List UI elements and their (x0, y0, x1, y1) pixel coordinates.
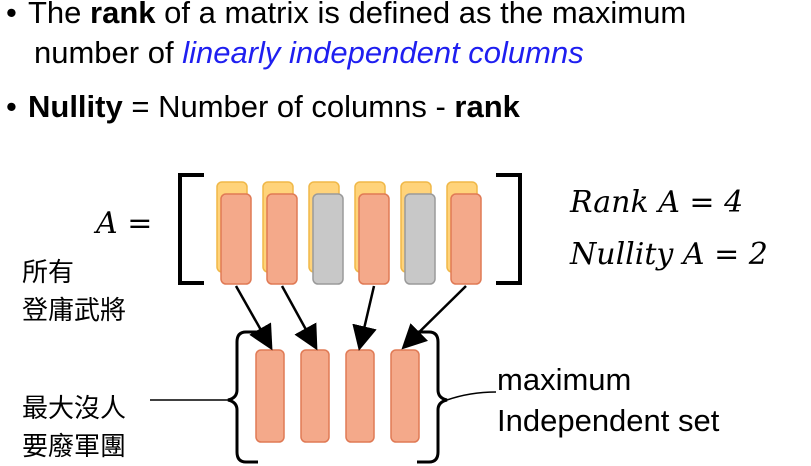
matrix-left-bracket (178, 173, 204, 285)
independent-set-column (300, 349, 330, 443)
matrix-column-dependent (404, 193, 436, 285)
left-curly-brace (227, 330, 258, 464)
right-curly-brace (417, 330, 448, 464)
independent-set-column (345, 349, 375, 443)
selection-arrow (280, 285, 318, 351)
independent-set-column (390, 349, 420, 443)
independent-set-leader-line (446, 391, 497, 401)
matrix-right-bracket (496, 173, 522, 285)
selection-arrow (352, 285, 377, 351)
matrix-column-independent (358, 193, 390, 285)
independent-set-column (255, 349, 285, 443)
selection-arrow (234, 285, 273, 351)
matrix-column-dependent (312, 193, 344, 285)
matrix-diagram (150, 173, 522, 464)
selection-arrow (401, 285, 467, 350)
matrix-column-independent (220, 193, 252, 285)
matrix-column-independent (266, 193, 298, 285)
matrix-column-independent (450, 193, 482, 285)
